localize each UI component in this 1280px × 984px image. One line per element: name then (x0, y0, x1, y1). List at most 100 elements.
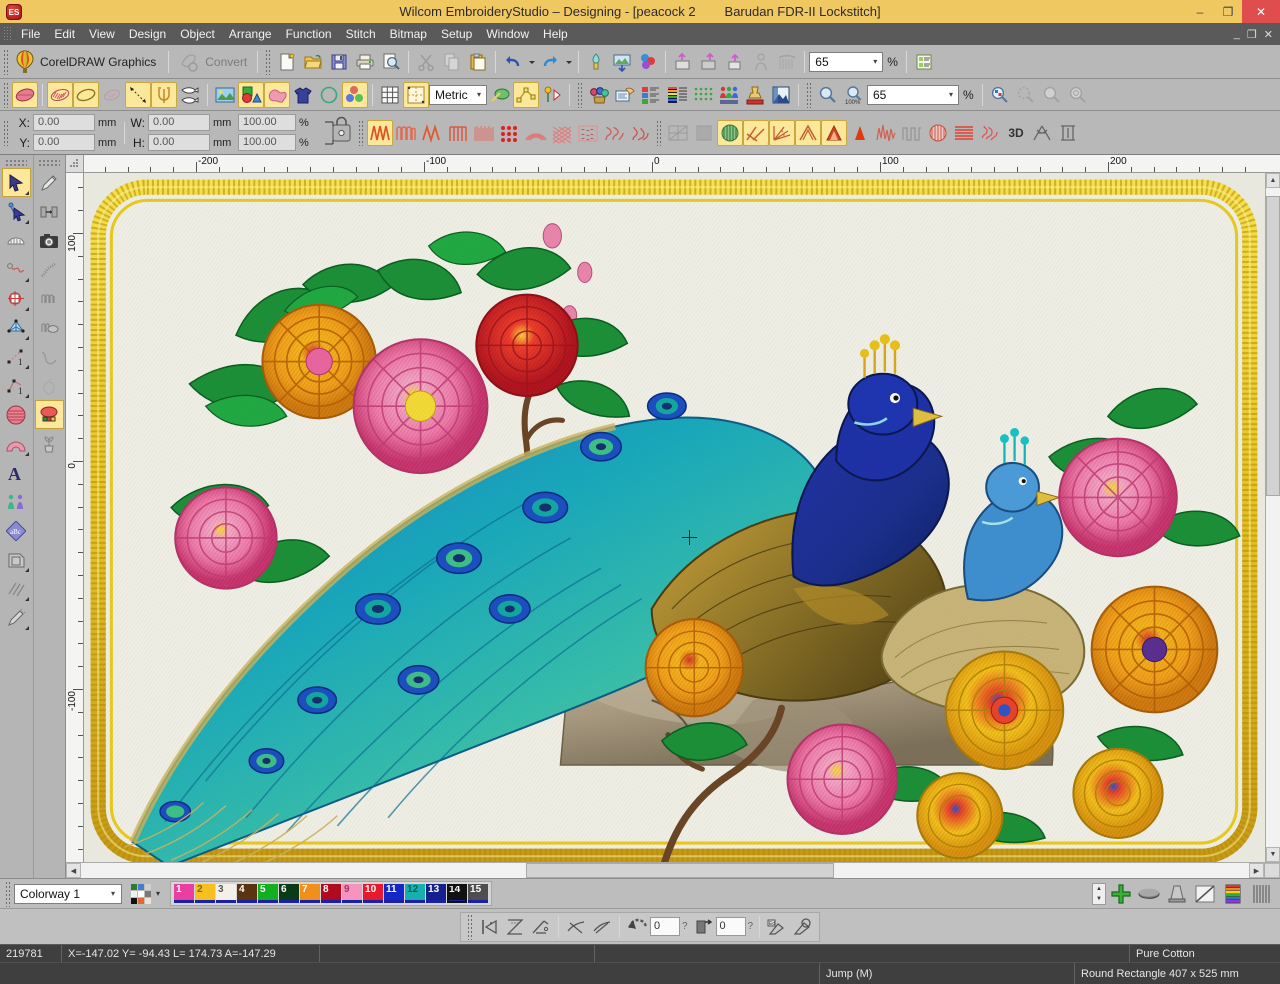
color-swatch-5[interactable]: 5 (258, 884, 279, 903)
stitch-number-field-1[interactable]: 0 (649, 917, 680, 936)
h-percent-input[interactable]: 100.00 (238, 134, 296, 151)
stitch-first-icon[interactable] (476, 914, 502, 940)
monogram-tool-icon[interactable] (2, 487, 31, 516)
outline-shape-icon[interactable] (73, 81, 99, 108)
auto-split-icon[interactable] (795, 119, 821, 146)
menu-help[interactable]: Help (536, 25, 575, 43)
h-input[interactable]: 0.00 (148, 134, 210, 151)
toolbox-a-grip[interactable] (5, 159, 28, 166)
machine-write-icon[interactable] (696, 49, 722, 75)
travel-run-icon[interactable] (125, 81, 151, 108)
random-zigzag-icon[interactable] (873, 120, 899, 146)
zoom-in-icon[interactable] (815, 82, 841, 108)
no-color-icon[interactable] (1192, 881, 1218, 907)
stitch-angle-icon[interactable] (743, 119, 769, 146)
dot-matrix-icon[interactable] (690, 82, 716, 108)
redo-icon[interactable] (537, 49, 563, 75)
tatami-fill-icon[interactable] (47, 81, 73, 108)
color-swatch-6[interactable]: 6 (279, 884, 300, 903)
effects-toolbar-grip[interactable] (656, 119, 662, 146)
color-swatch-1[interactable]: 1 (174, 884, 195, 903)
stamp-icon[interactable] (742, 82, 768, 108)
hoop-grid-icon[interactable] (403, 81, 429, 108)
undo-dropdown-icon[interactable] (526, 49, 537, 75)
machine-read-icon[interactable] (670, 49, 696, 75)
redo-dropdown-icon[interactable] (563, 49, 574, 75)
stitch-reverse-icon[interactable] (624, 914, 650, 940)
w-percent-input[interactable]: 100.00 (238, 114, 296, 131)
new-icon[interactable] (274, 49, 300, 75)
x-input[interactable]: 0.00 (33, 114, 95, 131)
cloud-shape-icon[interactable] (264, 81, 290, 108)
thread-cone-icon[interactable] (1164, 881, 1190, 907)
object-properties-icon[interactable] (911, 49, 937, 75)
lacework-icon[interactable] (575, 120, 601, 146)
print-icon[interactable] (352, 49, 378, 75)
reshape-node-tool-icon[interactable] (2, 197, 31, 226)
color-swatch-3[interactable]: 3 (216, 884, 237, 903)
color-blend-icon[interactable] (342, 81, 368, 108)
minimize-button[interactable]: – (1186, 0, 1214, 23)
color-chart-icon[interactable] (1220, 881, 1246, 907)
stitch-help-1[interactable]: ? (682, 921, 688, 932)
scribble-icon[interactable] (977, 120, 1003, 146)
color-swatch-8[interactable]: 8 (321, 884, 342, 903)
motif-fill-icon[interactable] (99, 82, 125, 108)
color-swatch-4[interactable]: 4 (237, 884, 258, 903)
fish-stitch-icon[interactable] (177, 82, 203, 108)
hatch-fill-tool-icon[interactable] (2, 574, 31, 603)
tatami-stitch-icon[interactable] (471, 120, 497, 146)
zigzag-stitch-icon[interactable] (367, 119, 393, 146)
stitch-direction-icon[interactable] (769, 119, 795, 146)
thread-spool-icon[interactable] (1136, 881, 1162, 907)
scroll-left-button[interactable]: ◀ (66, 863, 81, 878)
vertical-scroll-thumb[interactable] (1266, 196, 1280, 496)
vertical-scrollbar[interactable]: ▲ ▼ (1265, 173, 1280, 862)
menu-function[interactable]: Function (279, 25, 339, 43)
bitmap-view-icon[interactable] (768, 82, 794, 108)
color-swatch-13[interactable]: 13 (426, 884, 447, 903)
zoom-view-chevron-down-icon[interactable]: ▾ (944, 90, 958, 99)
paste-icon[interactable] (465, 49, 491, 75)
palette-chevron-down-icon[interactable]: ▾ (156, 889, 160, 898)
w-input[interactable]: 0.00 (148, 114, 210, 131)
pattern-stamp-icon[interactable] (691, 120, 717, 146)
stitch-types-grip[interactable] (358, 119, 364, 146)
column-stitch-icon[interactable] (1055, 120, 1081, 146)
menu-grip-handle[interactable] (3, 26, 11, 42)
abc-motif-tool-icon[interactable]: aBc (2, 516, 31, 545)
zoom-all-icon[interactable] (1065, 82, 1091, 108)
zoom-combo-view[interactable]: 65 ▾ (867, 84, 959, 105)
satin-stitch-icon[interactable] (419, 120, 445, 146)
colorway-selector[interactable]: Colorway 1 ▾ (14, 883, 122, 904)
spinner-updown-icon[interactable]: ▲ ▼ (1092, 882, 1106, 905)
stitch-forward-icon[interactable] (589, 914, 615, 940)
camera-capture-icon[interactable] (35, 226, 64, 255)
chevron-down-icon[interactable]: ▾ (868, 57, 882, 66)
color-film-icon[interactable] (638, 82, 664, 108)
menu-file[interactable]: File (14, 25, 47, 43)
mirror-merge-tool-icon[interactable] (2, 284, 31, 313)
magic-wand-icon[interactable] (487, 82, 513, 108)
colorway-editor-icon[interactable] (586, 82, 612, 108)
grid-icon[interactable] (377, 82, 403, 108)
color-swatch-15[interactable]: 15 (468, 884, 489, 903)
design-canvas[interactable] (84, 173, 1265, 862)
palette-button-group[interactable]: ▾ (130, 883, 164, 905)
color-swatch-14[interactable]: 14 (447, 884, 468, 903)
print-preview-icon[interactable] (378, 49, 404, 75)
copy-icon[interactable] (439, 49, 465, 75)
color-swatch-11[interactable]: 11 (384, 884, 405, 903)
file-toolbar-grip[interactable] (265, 48, 272, 75)
menu-design[interactable]: Design (122, 25, 173, 43)
y-input[interactable]: 0.00 (33, 134, 95, 151)
trident-icon[interactable] (151, 81, 177, 108)
stitch-number-field-2[interactable]: 0 (715, 917, 746, 936)
horizontal-scrollbar[interactable]: ◀ ▶ (66, 862, 1280, 878)
select-tool-icon[interactable] (1, 168, 31, 197)
add-color-icon[interactable] (1108, 881, 1134, 907)
contour-stitch-icon[interactable] (523, 120, 549, 146)
hoop-arc-tool-icon[interactable] (2, 226, 31, 255)
horizontal-ruler[interactable]: -200 -100 0 100 200 (84, 155, 1280, 173)
menu-bitmap[interactable]: Bitmap (383, 25, 434, 43)
